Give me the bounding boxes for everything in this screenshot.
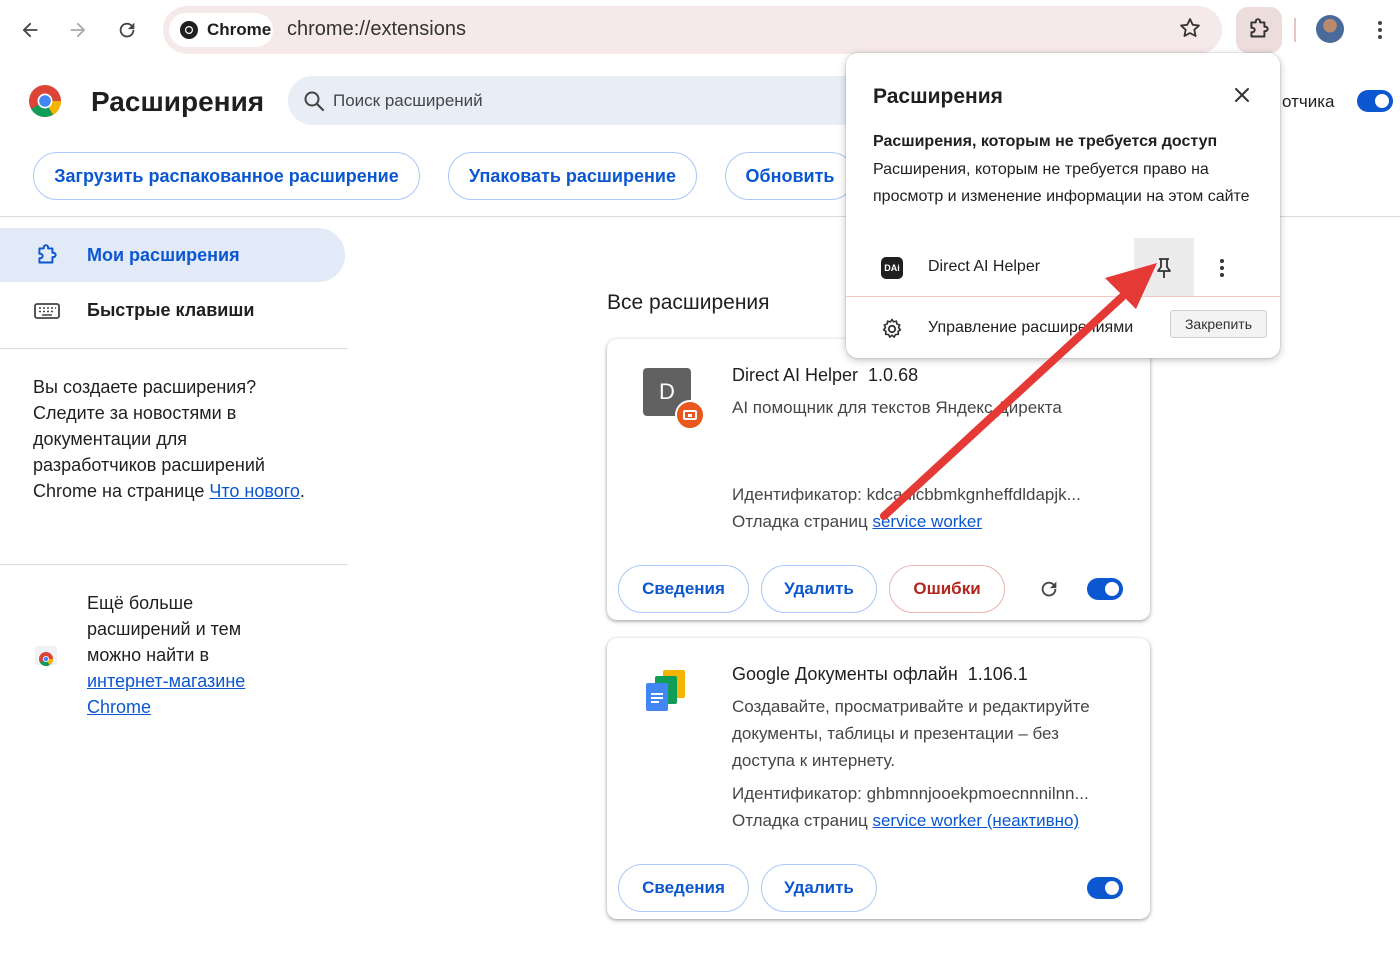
details-button[interactable]: Сведения <box>618 864 749 912</box>
update-button[interactable]: Обновить <box>725 152 855 200</box>
extension-card: D Direct AI Helper 1.0.68 AI помощник для… <box>607 339 1150 620</box>
page-title: Расширения <box>91 86 265 117</box>
pack-extension-button[interactable]: Упаковать расширение <box>448 152 697 200</box>
url-text: chrome://extensions <box>287 18 466 40</box>
service-worker-link[interactable]: service worker (неактивно) <box>872 811 1079 830</box>
inspect-views: Отладка страниц service worker <box>732 508 1132 535</box>
remove-button[interactable]: Удалить <box>761 864 877 912</box>
chrome-icon <box>180 21 198 39</box>
sidebar-item-label[interactable]: Мои расширения <box>87 245 240 266</box>
inspect-label: Отладка страниц <box>732 512 868 531</box>
chrome-chip-label: Chrome <box>207 20 272 39</box>
whats-new-link[interactable]: Что нового <box>209 481 300 501</box>
extension-id: Идентификатор: ghbmnnjooekpmoecnnnilnn..… <box>732 784 1089 803</box>
puzzle-icon <box>38 244 57 264</box>
all-extensions-heading: Все расширения <box>607 291 770 314</box>
extension-id: Идентификатор: kdcadicbbmkgnheffdldapjk.… <box>732 485 1081 504</box>
keyboard-icon <box>34 303 60 319</box>
extension-description: Создавайте, просматривайте и редактируйт… <box>732 697 1090 770</box>
developer-note-tail: . <box>299 481 305 501</box>
bookmark-button[interactable] <box>1178 16 1202 45</box>
kebab-menu-icon[interactable] <box>1212 256 1232 280</box>
service-worker-badge-icon <box>675 400 705 430</box>
kebab-menu-icon <box>1378 21 1382 39</box>
arrow-right-icon <box>70 22 86 38</box>
details-button[interactable]: Сведения <box>618 565 749 613</box>
direct-ai-helper-icon: DAi <box>881 257 903 279</box>
google-docs-offline-icon <box>646 670 685 711</box>
chrome-logo-icon <box>29 85 62 118</box>
extension-enable-toggle[interactable] <box>1087 578 1123 600</box>
extension-name-line: Direct AI Helper 1.0.68 <box>732 365 918 386</box>
browser-menu-button[interactable] <box>1368 18 1392 47</box>
manage-extensions-item[interactable]: Управление расширениями <box>928 319 1133 337</box>
extension-name: Direct AI Helper <box>732 365 859 385</box>
toolbar-separator <box>1294 18 1296 42</box>
search-placeholder: Поиск расширений <box>333 91 483 110</box>
gear-icon <box>882 318 902 338</box>
arrow-left-icon <box>22 22 38 38</box>
pin-tooltip: Закрепить <box>1170 310 1267 338</box>
star-icon <box>1180 18 1200 37</box>
chrome-chip[interactable]: Chrome <box>169 13 273 47</box>
extension-version: 1.106.1 <box>967 664 1028 684</box>
inspect-label: Отладка страниц <box>732 811 868 830</box>
extension-version: 1.0.68 <box>868 365 919 385</box>
extension-enable-toggle[interactable] <box>1087 877 1123 899</box>
address-bar[interactable]: Chrome chrome://extensions <box>163 6 1222 54</box>
popup-title: Расширения <box>873 85 1003 108</box>
pin-icon <box>1157 258 1171 278</box>
avatar[interactable] <box>1316 15 1344 43</box>
sidebar-divider-2 <box>0 564 348 565</box>
errors-button[interactable]: Ошибки <box>889 565 1005 613</box>
web-store-icon <box>35 646 57 666</box>
sidebar-item-shortcuts[interactable]: Быстрые клавиши <box>87 300 254 321</box>
store-note-text: Ещё больше расширений и тем можно найти … <box>87 593 242 665</box>
popup-extension-name[interactable]: Direct AI Helper <box>928 258 1040 276</box>
extension-name: Google Документы офлайн <box>732 664 958 684</box>
load-unpacked-button[interactable]: Загрузить распакованное расширение <box>33 152 420 200</box>
popup-section-description: Расширения, которым не требуется право н… <box>873 161 1250 205</box>
popup-divider <box>846 296 1280 297</box>
reload-icon <box>119 22 135 38</box>
search-icon <box>304 91 325 112</box>
remove-button[interactable]: Удалить <box>761 565 877 613</box>
puzzle-icon <box>1250 18 1269 38</box>
developer-note: Вы создаете расширения? Следите за новос… <box>33 374 313 504</box>
forward-button[interactable] <box>60 12 96 48</box>
developer-mode-label: отчика <box>1282 92 1335 111</box>
extension-name-line: Google Документы офлайн 1.106.1 <box>732 664 1028 685</box>
back-button[interactable] <box>12 12 48 48</box>
extension-description: AI помощник для текстов Яндекс Директа <box>732 398 1062 417</box>
developer-mode-toggle[interactable] <box>1357 90 1393 112</box>
popup-section-title: Расширения, которым не требуется доступ <box>873 133 1218 150</box>
pin-button[interactable] <box>1134 238 1194 296</box>
close-icon[interactable] <box>1230 83 1254 107</box>
reload-button[interactable] <box>109 12 145 48</box>
inspect-views: Отладка страниц service worker (неактивн… <box>732 807 1132 834</box>
extensions-menu-button[interactable] <box>1236 7 1282 53</box>
search-extensions-input[interactable]: Поиск расширений <box>288 76 888 125</box>
reload-icon[interactable] <box>1038 578 1060 600</box>
sidebar-divider <box>0 348 348 349</box>
extension-card: Google Документы офлайн 1.106.1 Создавайт… <box>607 638 1150 919</box>
store-note: Ещё больше расширений и тем можно найти … <box>87 590 292 720</box>
service-worker-link[interactable]: service worker <box>872 512 982 531</box>
web-store-link[interactable]: интернет-магазине Chrome <box>87 671 245 717</box>
